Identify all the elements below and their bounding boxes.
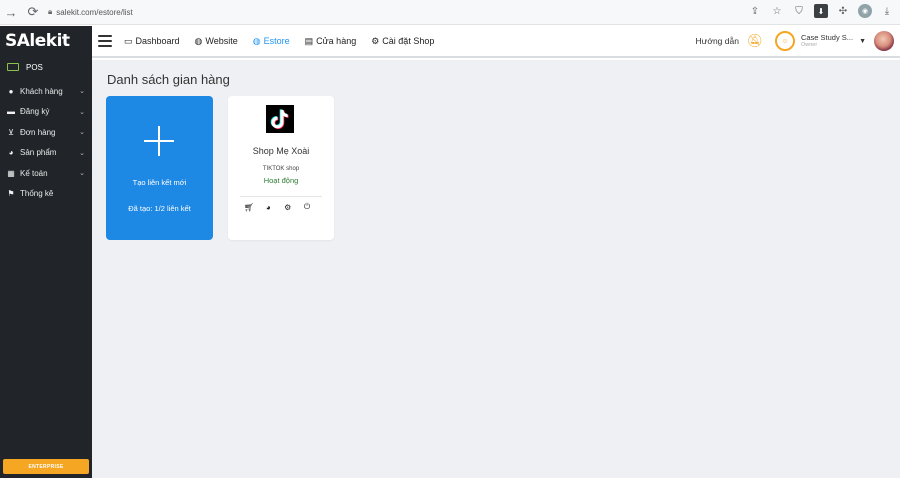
star-icon[interactable]: ☆ xyxy=(770,4,784,18)
lock-icon: 🔒︎ xyxy=(48,7,53,16)
guide-link[interactable]: Hướng dẫn xyxy=(696,36,739,46)
sidebar-item-label: Khách hàng xyxy=(20,86,63,96)
browser-toolbar: → ⟳ 🔒︎ salekit.com/estore/list ⇪ ☆ ⛉ ⬇ ✣… xyxy=(0,0,900,25)
chevron-down-icon: ⌄ xyxy=(79,170,85,178)
account-info[interactable]: Case Study S... Owner xyxy=(800,32,854,49)
app-logo[interactable]: SAlekit xyxy=(0,26,92,56)
globe-icon: ◍ xyxy=(252,35,261,46)
nav-website[interactable]: ◍ Website xyxy=(195,36,238,47)
nav-label: Website xyxy=(205,36,238,46)
cart-icon: ⊻ xyxy=(8,127,14,137)
address-bar[interactable]: 🔒︎ salekit.com/estore/list xyxy=(48,7,133,17)
account-role: Owner xyxy=(800,42,818,49)
tiktok-logo-icon xyxy=(266,105,294,133)
sidebar: SAlekit POS ● Khách hàng ⌄ ▬ Đăng ký ⌄ ⊻… xyxy=(0,26,92,478)
sidebar-item-register[interactable]: ▬ Đăng ký ⌄ xyxy=(0,102,92,123)
hamburger-menu-icon[interactable] xyxy=(98,35,112,47)
nav-dashboard[interactable]: ▭ Dashboard xyxy=(124,36,180,47)
create-link-card[interactable]: Tạo liên kết mới Đã tạo: 1/2 liên kết xyxy=(106,96,213,240)
avatar[interactable] xyxy=(874,31,894,51)
chevron-down-icon: ⌄ xyxy=(79,129,85,137)
chevron-down-icon: ⌄ xyxy=(79,149,85,157)
nav-label: Dashboard xyxy=(135,36,180,46)
puzzle-icon[interactable]: ✣ xyxy=(836,4,850,18)
shop-card[interactable]: Shop Mẹ Xoài TIKTOK shop Hoạt động 🛒︎ ◕ … xyxy=(228,96,334,240)
account-name: Case Study S... xyxy=(800,32,854,42)
user-icon: ● xyxy=(8,86,14,96)
shop-type: TIKTOK shop xyxy=(262,166,300,172)
sidebar-item-label: Đơn hàng xyxy=(20,127,56,137)
bell-off-icon[interactable]: 🔕︎ xyxy=(747,33,764,49)
sidebar-item-label: Thống kê xyxy=(20,189,54,199)
main-content: Danh sách gian hàng Tạo liên kết mới Đã … xyxy=(92,60,900,478)
create-link-label: Tạo liên kết mới xyxy=(132,178,187,187)
account-area: Hướng dẫn 🔕︎ ☺ Case Study S... Owner ▼ xyxy=(696,26,894,56)
sidebar-item-label: Kế toán xyxy=(20,168,48,178)
chevron-down-icon: ⌄ xyxy=(79,88,85,96)
gear-icon: ⚙ xyxy=(371,35,380,46)
store-logo-icon[interactable]: ☺ xyxy=(774,31,795,51)
product-icon: ◕ xyxy=(8,148,14,158)
power-icon[interactable]: ⏻ xyxy=(302,202,312,212)
status-badge: Hoạt động xyxy=(263,176,299,185)
nav-label: Estore xyxy=(263,36,290,46)
shield-icon[interactable]: ⛉ xyxy=(792,4,806,18)
page-title: Danh sách gian hàng xyxy=(107,72,230,87)
enterprise-badge[interactable]: ENTERPRISE xyxy=(3,459,89,474)
pos-icon xyxy=(7,63,19,71)
download-ext-icon[interactable]: ⬇ xyxy=(814,4,828,18)
sidebar-item-statistics[interactable]: ⚑ Thống kê xyxy=(0,184,92,205)
cart-icon[interactable]: 🛒︎ xyxy=(244,202,254,212)
created-count: Đã tạo: 1/2 liên kết xyxy=(128,204,191,213)
profile-icon[interactable]: ◉ xyxy=(858,4,872,18)
sidebar-item-accounting[interactable]: ▦ Kế toán ⌄ xyxy=(0,163,92,184)
gear-icon[interactable]: ⚙ xyxy=(283,202,293,212)
arrow-right-icon[interactable]: → xyxy=(0,1,22,23)
nav-estore[interactable]: ◍ Estore xyxy=(253,36,290,47)
url-text: salekit.com/estore/list xyxy=(56,7,133,17)
caret-down-icon[interactable]: ▼ xyxy=(859,38,866,45)
top-navbar: ▭ Dashboard ◍ Website ◍ Estore ▤ Cửa hàn… xyxy=(92,26,900,58)
nav-label: Cửa hàng xyxy=(316,36,357,46)
browser-extensions: ⇪ ☆ ⛉ ⬇ ✣ ◉ ⤓ xyxy=(748,4,894,18)
sidebar-item-label: Sản phẩm xyxy=(20,148,57,158)
nav-store[interactable]: ▤ Cửa hàng xyxy=(305,36,357,47)
store-icon: ▤ xyxy=(304,35,314,46)
product-icon[interactable]: ◕ xyxy=(263,202,273,212)
chevron-down-icon: ⌄ xyxy=(79,108,85,116)
reload-icon[interactable]: ⟳ xyxy=(22,1,44,23)
share-icon[interactable]: ⇪ xyxy=(748,4,762,18)
flag-icon: ⚑ xyxy=(7,189,15,199)
download-icon[interactable]: ⤓ xyxy=(880,4,894,18)
sidebar-item-label: Đăng ký xyxy=(20,107,50,117)
divider xyxy=(240,196,322,197)
nav-label: Cài đặt Shop xyxy=(382,36,435,46)
monitor-icon: ▭ xyxy=(124,35,133,46)
sidebar-item-orders[interactable]: ⊻ Đơn hàng ⌄ xyxy=(0,122,92,143)
ticket-icon: ▬ xyxy=(7,107,15,117)
sidebar-item-customers[interactable]: ● Khách hàng ⌄ xyxy=(0,81,92,102)
shop-name: Shop Mẹ Xoài xyxy=(252,146,310,156)
sidebar-item-products[interactable]: ◕ Sản phẩm ⌄ xyxy=(0,143,92,164)
plus-icon xyxy=(144,126,174,156)
calculator-icon: ▦ xyxy=(7,168,15,178)
sidebar-item-label: POS xyxy=(26,62,43,72)
nav-shop-settings[interactable]: ⚙ Cài đặt Shop xyxy=(371,36,434,47)
shop-actions: 🛒︎ ◕ ⚙ ⏻ xyxy=(244,202,312,212)
sidebar-item-pos[interactable]: POS xyxy=(0,56,92,78)
globe-icon: ◍ xyxy=(194,35,203,46)
